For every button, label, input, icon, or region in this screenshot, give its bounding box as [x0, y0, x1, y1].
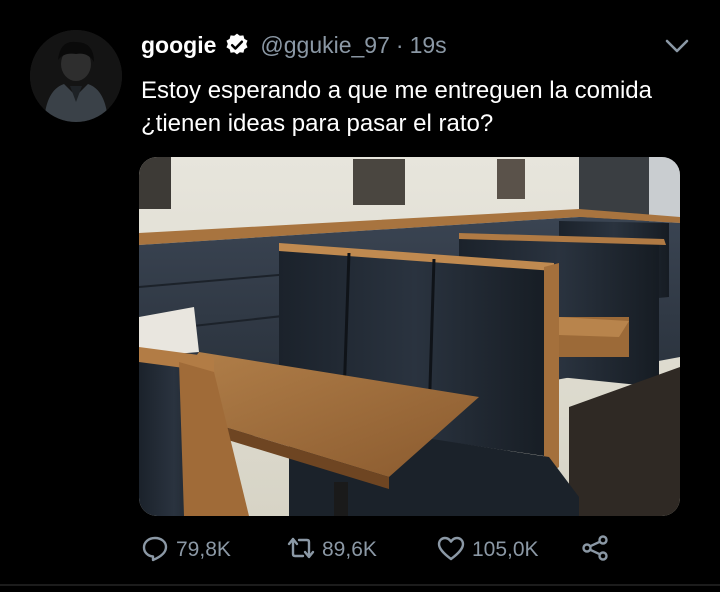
reply-icon — [140, 533, 170, 568]
reply-button[interactable]: 79,8K — [140, 530, 231, 570]
like-icon — [436, 533, 466, 568]
retweet-button[interactable]: 89,6K — [286, 530, 377, 570]
like-count: 105,0K — [472, 538, 539, 561]
tweet-text: Estoy esperando a que me entreguen la co… — [141, 77, 652, 137]
tweet: googie @ggukie_97 · 19s Estoy esperando … — [0, 0, 720, 592]
retweet-icon — [286, 533, 316, 568]
share-button[interactable] — [580, 530, 610, 570]
separator-dot: · — [395, 31, 404, 58]
verified-icon — [224, 32, 250, 58]
reply-count: 79,8K — [176, 538, 231, 561]
tweet-media-image[interactable] — [139, 157, 680, 516]
chevron-down-icon[interactable] — [664, 36, 690, 56]
tweet-header: googie @ggukie_97 · 19s — [141, 29, 447, 61]
share-icon — [580, 533, 610, 568]
user-handle[interactable]: @ggukie_97 — [260, 32, 390, 59]
tweet-actions: 79,8K 89,6K 105,0K — [140, 530, 640, 570]
display-name[interactable]: googie — [141, 32, 216, 59]
like-button[interactable]: 105,0K — [436, 530, 539, 570]
divider — [0, 584, 720, 586]
retweet-count: 89,6K — [322, 538, 377, 561]
timestamp[interactable]: 19s — [410, 32, 447, 59]
avatar[interactable] — [30, 30, 122, 122]
